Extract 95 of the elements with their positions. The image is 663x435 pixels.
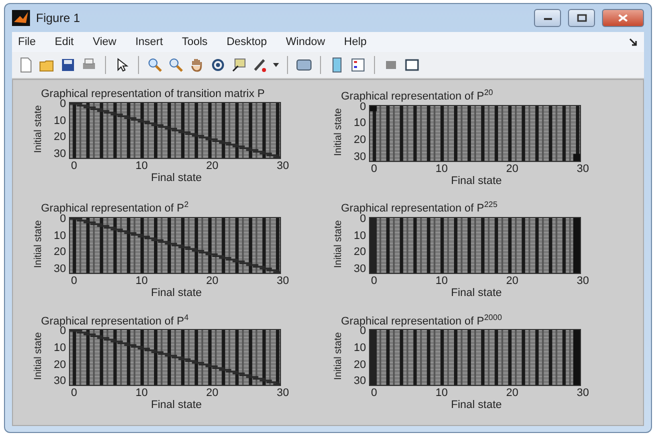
hand-icon[interactable] bbox=[189, 57, 205, 73]
menu-item[interactable]: File bbox=[18, 36, 36, 48]
tick-label: 20 bbox=[506, 162, 518, 175]
save-icon[interactable] bbox=[60, 57, 76, 73]
tick-label: 30 bbox=[576, 387, 589, 400]
tick-label: 20 bbox=[54, 358, 66, 371]
window-title: Figure 1 bbox=[36, 11, 80, 25]
tick-label: 20 bbox=[354, 134, 366, 146]
tick-label: 0 bbox=[360, 325, 366, 338]
tick-label: 0 bbox=[371, 162, 378, 175]
menu-item[interactable]: Window bbox=[286, 36, 326, 48]
tick-label: 10 bbox=[354, 342, 366, 354]
zoom-in-icon[interactable] bbox=[147, 57, 163, 73]
tick-label: 10 bbox=[136, 387, 148, 400]
tick-label: 30 bbox=[576, 162, 589, 175]
tick-label: 10 bbox=[54, 342, 66, 354]
plot-title: Graphical representation of P$^{2}$ bbox=[41, 200, 189, 215]
close-button[interactable] bbox=[602, 9, 644, 27]
tick-label: 20 bbox=[506, 387, 518, 400]
y-axis-label: Initial state bbox=[33, 104, 44, 156]
tick-label: 0 bbox=[71, 387, 78, 400]
tick-label: 20 bbox=[54, 246, 66, 258]
tick-label: 0 bbox=[60, 98, 66, 110]
menu-item[interactable]: Desktop bbox=[226, 36, 267, 48]
menu-item[interactable]: Insert bbox=[135, 36, 163, 48]
minimize-icon bbox=[542, 15, 552, 21]
tick-label: 20 bbox=[206, 274, 218, 287]
tick-label: 10 bbox=[136, 274, 148, 287]
tick-label: 10 bbox=[54, 230, 66, 242]
tick-label: 0 bbox=[360, 100, 366, 113]
maximize-icon bbox=[576, 14, 586, 22]
plot-title: Graphical representation of P$^{2000}$ bbox=[341, 312, 502, 328]
tick-label: 30 bbox=[354, 150, 366, 163]
y-axis-label: Initial state bbox=[333, 332, 344, 383]
tick-label: 30 bbox=[354, 375, 366, 388]
tick-label: 0 bbox=[371, 274, 378, 287]
tick-label: 10 bbox=[54, 114, 66, 127]
y-axis-label: Initial state bbox=[33, 332, 44, 383]
tick-label: 30 bbox=[354, 262, 366, 275]
data-cursor-icon[interactable] bbox=[231, 57, 247, 73]
tick-label: 30 bbox=[276, 387, 289, 400]
legend-icon[interactable] bbox=[350, 57, 366, 73]
tick-label: 30 bbox=[54, 148, 66, 160]
rotate-icon[interactable] bbox=[210, 57, 226, 73]
y-axis-label: Initial state bbox=[333, 107, 344, 158]
tick-label: 10 bbox=[354, 230, 366, 242]
x-axis-label: Final state bbox=[451, 399, 502, 412]
tick-label: 0 bbox=[71, 274, 78, 287]
x-axis-label: Final state bbox=[151, 286, 202, 299]
menu-item[interactable]: View bbox=[92, 36, 116, 48]
brush-icon[interactable] bbox=[252, 57, 268, 73]
tick-label: 10 bbox=[436, 387, 448, 400]
menu-item[interactable]: Help bbox=[344, 36, 367, 48]
plot-title: Graphical representation of P$^{20}$ bbox=[341, 88, 493, 103]
show-tools-icon[interactable] bbox=[404, 57, 420, 73]
plot-title: Graphical representation of P$^{4}$ bbox=[41, 312, 189, 328]
tick-label: 10 bbox=[436, 162, 448, 175]
tick-label: 10 bbox=[136, 160, 148, 172]
dock-arrow-icon[interactable] bbox=[629, 38, 638, 46]
new-file-icon[interactable] bbox=[18, 57, 34, 73]
close-icon bbox=[618, 14, 628, 22]
tick-label: 30 bbox=[576, 274, 589, 287]
tick-label: 20 bbox=[206, 387, 218, 400]
tick-label: 20 bbox=[354, 358, 366, 371]
x-axis-label: Final state bbox=[451, 174, 502, 187]
link-plot-icon[interactable] bbox=[296, 57, 312, 73]
tick-label: 20 bbox=[506, 274, 518, 287]
x-axis-label: Final state bbox=[151, 399, 202, 412]
tick-label: 0 bbox=[60, 212, 66, 225]
tick-label: 0 bbox=[60, 325, 66, 338]
minimize-button[interactable] bbox=[534, 9, 561, 27]
tick-label: 0 bbox=[360, 212, 366, 225]
menu-item[interactable]: Tools bbox=[182, 36, 208, 48]
tick-label: 30 bbox=[276, 160, 289, 172]
x-axis-label: Final state bbox=[451, 286, 502, 299]
tick-label: 10 bbox=[436, 274, 448, 287]
app-logo-icon bbox=[12, 10, 30, 26]
maximize-button[interactable] bbox=[568, 9, 595, 27]
tick-label: 30 bbox=[54, 375, 66, 388]
tick-label: 10 bbox=[354, 117, 366, 130]
x-axis-label: Final state bbox=[151, 172, 202, 184]
zoom-out-icon[interactable] bbox=[168, 57, 184, 73]
caret-icon[interactable] bbox=[273, 63, 279, 67]
plot-title: Graphical representation of P$^{225}$ bbox=[341, 200, 498, 215]
tick-label: 0 bbox=[71, 160, 78, 172]
plot-title: Graphical representation of transition matrix P bbox=[41, 88, 265, 100]
tick-label: 0 bbox=[371, 387, 378, 400]
y-axis-label: Initial state bbox=[333, 220, 344, 270]
tick-label: 20 bbox=[54, 131, 66, 144]
tick-label: 20 bbox=[206, 160, 218, 172]
y-axis-label: Initial state bbox=[33, 220, 44, 270]
tick-label: 30 bbox=[276, 274, 289, 287]
tick-label: 30 bbox=[54, 262, 66, 275]
tick-label: 20 bbox=[354, 246, 366, 258]
menu-item[interactable]: Edit bbox=[54, 36, 74, 48]
